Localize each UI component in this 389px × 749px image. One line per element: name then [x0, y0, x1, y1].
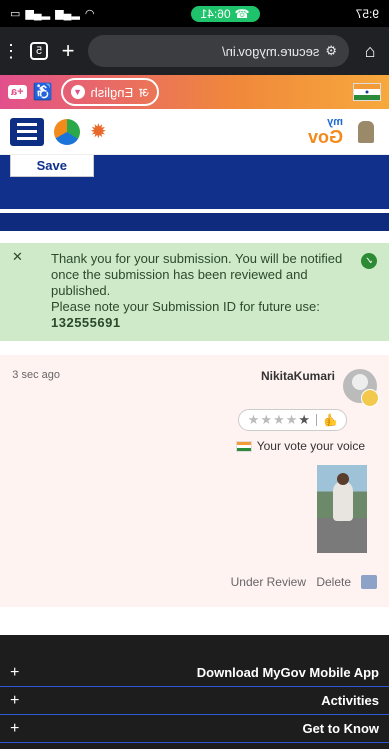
site-header: my Gov ✹ [0, 109, 389, 155]
timestamp: 3 sec ago [12, 369, 60, 381]
battery-icon: ▭ [10, 8, 21, 20]
status-time: 9:57 [355, 6, 379, 21]
submission-card: NikitaKumari 3 sec ago 👍 ★★★★★ Your vote… [0, 355, 389, 607]
delete-icon[interactable] [361, 575, 377, 589]
language-label: English [90, 84, 134, 100]
footer-item-activities[interactable]: Activities + [0, 687, 389, 715]
card-actions: Delete Under Review [231, 575, 377, 589]
close-icon[interactable]: ✕ [12, 249, 23, 265]
rating-widget[interactable]: 👍 ★★★★★ [237, 409, 347, 431]
home-icon[interactable]: ⌂ [359, 41, 381, 62]
more-menu-icon[interactable]: ⋮ [2, 41, 20, 62]
language-selector[interactable]: अ English ▼ [60, 78, 160, 106]
submission-photo[interactable] [317, 465, 367, 553]
delete-button[interactable]: Delete [316, 575, 351, 589]
footer-item-get-to-know[interactable]: Get to Know + [0, 715, 389, 743]
avatar [343, 369, 379, 407]
like-icon[interactable]: 👍 [323, 413, 338, 427]
check-icon: ✓ [361, 253, 377, 269]
india-flag-small-icon [235, 440, 252, 452]
username[interactable]: NikitaKumari [261, 369, 335, 383]
top-utility-bar: अ English ▼ ♿ +a [0, 75, 389, 109]
chevron-down-icon: ▼ [70, 85, 85, 99]
star-rating[interactable]: ★★★★★ [247, 412, 310, 428]
form-banner: Save [0, 155, 389, 209]
success-alert: ✓ Thank you for your submission. You wil… [0, 243, 389, 341]
plus-icon: + [10, 691, 20, 709]
plus-icon: + [10, 719, 20, 737]
voice-line: Your vote your voice [12, 439, 365, 453]
footer-item-download[interactable]: Download MyGov Mobile App + [0, 659, 389, 687]
new-tab-button[interactable]: + [58, 38, 78, 64]
menu-button[interactable] [10, 117, 44, 146]
signal-icon-2: ▂▄▆ [25, 8, 51, 20]
alert-text: Thank you for your submission. You will … [51, 251, 351, 331]
emblem-logo [353, 115, 379, 149]
save-button[interactable]: Save [10, 155, 95, 177]
sun-logo-icon: ✹ [90, 121, 107, 143]
accessibility-icon[interactable]: ♿ [33, 82, 53, 102]
tab-switcher-button[interactable]: 5 [30, 42, 48, 60]
font-size-icon[interactable]: +a [8, 85, 27, 99]
wifi-icon: ◠ [84, 8, 95, 20]
submission-id: 132555691 [51, 315, 121, 330]
site-settings-icon[interactable]: ⚙ [325, 43, 337, 59]
alert-id-prefix: Please note your Submission ID for futur… [51, 299, 320, 314]
user-badge-icon [361, 389, 379, 407]
campaign-logo [54, 118, 80, 145]
status-badge: Under Review [230, 575, 307, 589]
page: 9:57 ☎ 06:41 ◠ ▂▄▆ ▂▄▆ ▭ ⌂ ⚙ secure.mygo… [0, 0, 389, 749]
language-icon: अ [139, 85, 150, 100]
browser-toolbar: ⌂ ⚙ secure.mygov.in/ + 5 ⋮ [0, 27, 389, 75]
mygov-logo[interactable]: my Gov [308, 116, 343, 147]
signal-icon: ▂▄▆ [55, 8, 80, 20]
footer: Download MyGov Mobile App + Activities +… [0, 635, 389, 749]
voice-text: Your vote your voice [256, 439, 365, 453]
status-icons: ◠ ▂▄▆ ▂▄▆ ▭ [10, 7, 94, 20]
call-timer[interactable]: ☎ 06:41 [190, 5, 260, 22]
phone-icon: ☎ [234, 6, 250, 21]
plus-icon: + [10, 663, 20, 681]
form-strip [0, 213, 389, 231]
alert-message: Thank you for your submission. You will … [51, 251, 343, 298]
call-timer-text: 06:41 [200, 6, 231, 21]
url-text: secure.mygov.in/ [222, 43, 320, 59]
address-bar[interactable]: ⚙ secure.mygov.in/ [88, 35, 349, 67]
status-bar: 9:57 ☎ 06:41 ◠ ▂▄▆ ▂▄▆ ▭ [0, 0, 389, 27]
india-flag-icon [353, 83, 381, 101]
